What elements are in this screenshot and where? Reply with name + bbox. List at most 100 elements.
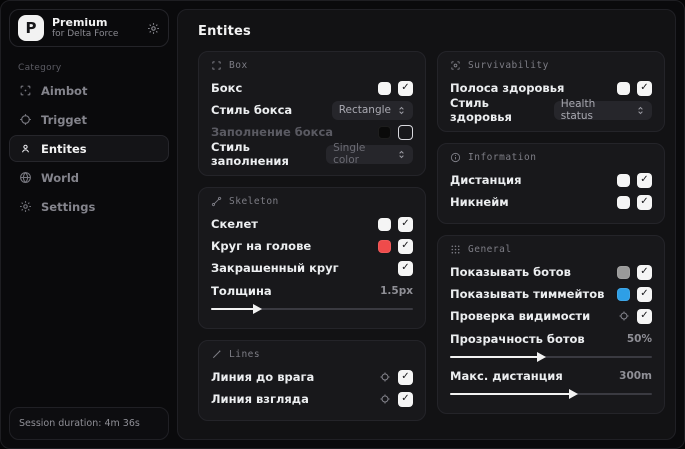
card-survivability: Survivability Полоса здоровья Стиль здор… — [437, 51, 665, 132]
sidebar-nav: Aimbot Trigget Entites World Settings — [9, 77, 169, 220]
color-swatch[interactable] — [378, 125, 391, 139]
checkbox[interactable] — [398, 80, 413, 96]
health-style-select[interactable]: Health status — [553, 98, 652, 122]
logo-subtitle: for Delta Force — [52, 29, 119, 40]
gear-icon[interactable] — [147, 22, 160, 35]
checkbox[interactable] — [637, 80, 652, 96]
card-title: General — [468, 244, 512, 255]
setting-label: Стиль бокса — [211, 103, 293, 117]
setting-row-health-style: Стиль здоровья Health status — [450, 96, 652, 124]
card-title: Box — [229, 60, 248, 71]
setting-label: Никнейм — [450, 195, 509, 209]
setting-row-enemy-line: Линия до врага — [211, 366, 413, 388]
setting-row-box-style: Стиль бокса Rectangle — [211, 99, 413, 121]
color-swatch[interactable] — [617, 287, 630, 301]
bot-opacity-slider[interactable] — [450, 352, 652, 362]
app-logo: P — [18, 15, 44, 41]
setting-row-view-line: Линия взгляда — [211, 388, 413, 410]
card-title: Information — [468, 152, 537, 163]
line-settings-icon[interactable] — [379, 393, 391, 405]
grid-icon — [450, 244, 461, 255]
card-title: Survivability — [468, 60, 549, 71]
sidebar-item-label: Entites — [41, 141, 87, 156]
setting-row-show-teammates: Показывать тиммейтов — [450, 283, 652, 305]
checkbox[interactable] — [637, 194, 652, 210]
checkbox[interactable] — [398, 124, 413, 140]
setting-label: Стиль здоровья — [450, 96, 512, 124]
sidebar-item-settings[interactable]: Settings — [9, 193, 169, 220]
color-swatch[interactable] — [378, 81, 391, 95]
setting-label: Проверка видимости — [450, 309, 591, 323]
sidebar-item-label: Settings — [41, 199, 96, 214]
logo-text: Premium for Delta Force — [52, 15, 139, 40]
slider-thumb[interactable] — [253, 304, 263, 314]
setting-row-bot-opacity: Прозрачность ботов 50% — [450, 329, 652, 362]
checkbox[interactable] — [398, 238, 413, 254]
sidebar-item-label: Aimbot — [41, 83, 88, 98]
session-duration: Session duration: 4m 36s — [9, 407, 169, 440]
setting-label: Заполнение бокса — [211, 125, 334, 139]
checkbox[interactable] — [637, 308, 652, 324]
card-title: Lines — [229, 349, 261, 360]
info-icon — [450, 152, 461, 163]
color-swatch[interactable] — [617, 81, 630, 95]
setting-row-head-circle: Круг на голове — [211, 235, 413, 257]
setting-label: Показывать тиммейтов — [450, 287, 605, 301]
sidebar-item-entites[interactable]: Entites — [9, 135, 169, 162]
card-title: Skeleton — [229, 196, 279, 207]
card-lines: Lines Линия до врага Линия взгляда — [198, 340, 426, 421]
crosshair-icon — [19, 113, 32, 126]
checkbox[interactable] — [398, 260, 413, 276]
box-style-select[interactable]: Rectangle — [331, 100, 413, 120]
color-swatch[interactable] — [378, 217, 391, 231]
bone-icon — [211, 196, 222, 207]
sidebar-item-trigget[interactable]: Trigget — [9, 106, 169, 133]
color-swatch[interactable] — [378, 239, 391, 253]
setting-label: Скелет — [211, 217, 258, 231]
slider-thumb[interactable] — [536, 352, 546, 362]
page-title: Entites — [198, 24, 251, 39]
setting-row-visibility-check: Проверка видимости — [450, 305, 652, 327]
checkbox[interactable] — [637, 264, 652, 280]
line-settings-icon[interactable] — [379, 371, 391, 383]
color-swatch[interactable] — [617, 195, 630, 209]
setting-row-thickness: Толщина 1.5px — [211, 281, 413, 314]
main-panel: Entites Box Бокс ✓ Стиль бокса Rectangle… — [177, 9, 676, 440]
card-information: Information Дистанция Никнейм — [437, 143, 665, 224]
setting-row-filled-circle: Закрашенный круг — [211, 257, 413, 279]
chevrons-up-down-icon — [636, 106, 645, 115]
card-general: General Показывать ботов Показывать тимм… — [437, 235, 665, 414]
fill-style-select[interactable]: Single color — [326, 142, 413, 166]
setting-row-max-distance: Макс. дистанция 300m — [450, 366, 652, 399]
setting-label: Толщина — [211, 284, 272, 298]
card-skeleton: Skeleton Скелет Круг на голове — [198, 187, 426, 329]
max-distance-slider[interactable] — [450, 389, 652, 399]
checkbox[interactable] — [637, 286, 652, 302]
sidebar-item-aimbot[interactable]: Aimbot — [9, 77, 169, 104]
category-label: Category — [18, 63, 62, 73]
color-swatch[interactable] — [617, 173, 630, 187]
setting-row-box: Бокс — [211, 77, 413, 99]
checkbox[interactable] — [398, 391, 413, 407]
card-box: Box Бокс Стиль бокса Rectangle — [198, 51, 426, 176]
checkbox[interactable] — [398, 369, 413, 385]
slider-thumb[interactable] — [569, 389, 579, 399]
logo-title: Premium — [52, 15, 108, 29]
person-scan-icon — [19, 142, 32, 155]
checkbox[interactable] — [398, 216, 413, 232]
slider-value: 1.5px — [380, 285, 413, 297]
checkbox[interactable] — [637, 172, 652, 188]
visibility-target-icon[interactable] — [618, 310, 630, 322]
globe-icon — [19, 171, 32, 184]
setting-label: Круг на голове — [211, 239, 312, 253]
color-swatch[interactable] — [617, 265, 630, 279]
thickness-slider[interactable] — [211, 304, 413, 314]
session-duration-label: Session duration: 4m 36s — [19, 418, 140, 429]
setting-row-show-bots: Показывать ботов — [450, 261, 652, 283]
slider-value: 300m — [619, 370, 652, 382]
sidebar-item-label: World — [41, 170, 80, 185]
setting-label: Бокс — [211, 81, 243, 95]
sidebar-item-world[interactable]: World — [9, 164, 169, 191]
setting-label: Прозрачность ботов — [450, 332, 585, 346]
viewfinder-icon — [211, 60, 222, 71]
